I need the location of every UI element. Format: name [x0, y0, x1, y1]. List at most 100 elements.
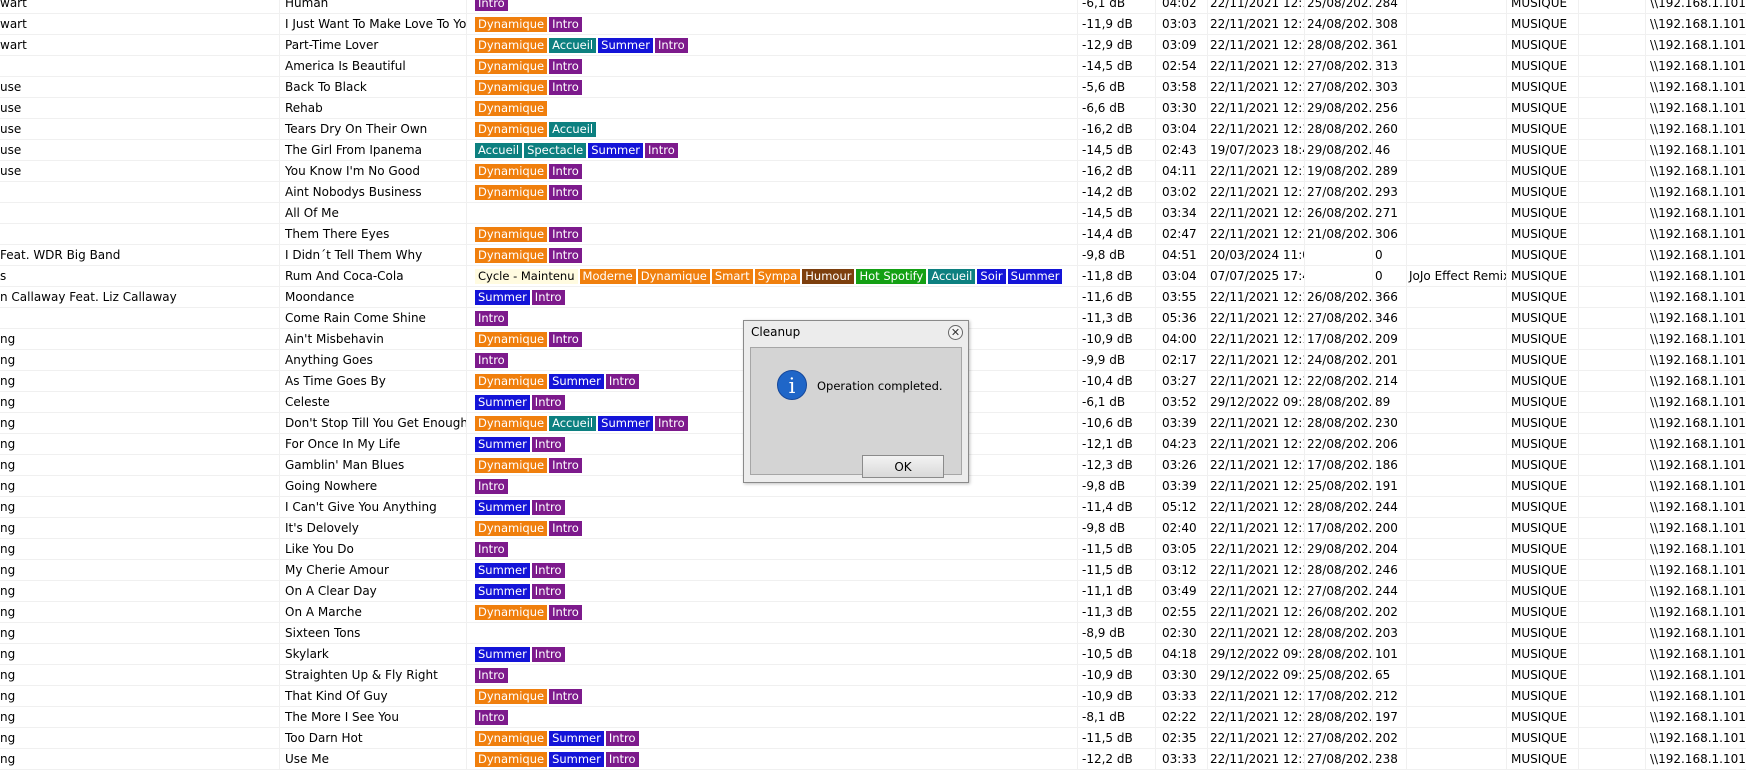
cell-tags: Dynamique Accueil Summer Intro: [467, 35, 1078, 55]
cell-remix: [1407, 350, 1507, 370]
table-row[interactable]: use Back To Black Dynamique Intro -5,6 dB 03:…: [0, 77, 1746, 98]
cell-date-modified: 28/08/202...: [1305, 119, 1373, 139]
cell-category: MUSIQUE: [1507, 266, 1579, 286]
cell-path: \\192.168.1.101\na: [1650, 521, 1746, 535]
cell-tags: Intro: [467, 707, 1078, 727]
table-row[interactable]: ng Like You Do Intro -11,5 dB 03:05 22/11/202…: [0, 539, 1746, 560]
cell-remix: [1407, 98, 1507, 118]
table-row[interactable]: wart Human Intro -6,1 dB 04:02 22/11/2021 12:…: [0, 0, 1746, 14]
table-row[interactable]: n Callaway Feat. Liz Callaway Moondance Su…: [0, 287, 1746, 308]
cell-play-count: 0: [1373, 245, 1407, 265]
table-row[interactable]: America Is Beautiful Dynamique Intro -14,5 …: [0, 56, 1746, 77]
cell-date-added: 22/11/2021 12:1...: [1208, 350, 1305, 370]
cell-tags: Cycle - Maintenu Moderne Dynamique Smart Sym…: [467, 266, 1078, 286]
cell-path: \\192.168.1.101\na: [1650, 689, 1746, 703]
table-row[interactable]: ng It's Delovely Dynamique Intro -9,8 dB 02:4…: [0, 518, 1746, 539]
cell-artist: ng: [0, 434, 280, 454]
table-row[interactable]: wart Part-Time Lover Dynamique Accueil Summe…: [0, 35, 1746, 56]
table-row[interactable]: ng The More I See You Intro -8,1 dB 02:22 22/…: [0, 707, 1746, 728]
cell-date-modified: 17/08/202...: [1305, 329, 1373, 349]
tag-badge: Accueil: [475, 143, 523, 158]
cell-play-count: 293: [1373, 182, 1407, 202]
cell-artist: ng: [0, 602, 280, 622]
table-row[interactable]: ng My Cherie Amour Summer Intro -11,5 dB 03:1…: [0, 560, 1746, 581]
table-row[interactable]: All Of Me -14,5 dB03:3422/11/2021 12:1...…: [0, 203, 1746, 224]
cell-date-added: 22/11/2021 12:1...: [1208, 98, 1305, 118]
cell-date-modified: 17/08/202...: [1305, 518, 1373, 538]
cell-tags: Dynamique Intro: [467, 14, 1078, 34]
dialog-titlebar[interactable]: Cleanup ✕: [744, 321, 968, 345]
tag-badge: Dynamique: [475, 59, 548, 74]
cell-remix: [1407, 329, 1507, 349]
cell-empty: [1579, 413, 1646, 433]
cell-empty: [1579, 434, 1646, 454]
cell-gain: -10,9 dB: [1078, 329, 1156, 349]
cell-artist: ng: [0, 455, 280, 475]
tag-badge: Intro: [654, 416, 688, 431]
cell-path: \\192.168.1.101\na: [1650, 395, 1746, 409]
cell-date-added: 22/11/2021 12:1...: [1208, 56, 1305, 76]
cell-duration: 03:58: [1156, 77, 1208, 97]
table-row[interactable]: ng Straighten Up & Fly Right Intro -10,9 dB…: [0, 665, 1746, 686]
cell-title: Skylark: [281, 644, 467, 664]
cell-remix: [1407, 224, 1507, 244]
table-row[interactable]: ng I Can't Give You Anything Summer Intro -1…: [0, 497, 1746, 518]
cell-duration: 03:26: [1156, 455, 1208, 475]
cell-play-count: 244: [1373, 497, 1407, 517]
cell-play-count: 200: [1373, 518, 1407, 538]
cell-empty: [1579, 245, 1646, 265]
close-icon[interactable]: ✕: [948, 325, 963, 340]
dialog-message: Operation completed.: [817, 379, 943, 393]
cell-remix: JoJo Effect Remix: [1407, 266, 1507, 286]
table-row[interactable]: use Rehab Dynamique -6,6 dB 03:30 22/11/2021 …: [0, 98, 1746, 119]
cell-empty: [1579, 371, 1646, 391]
table-row[interactable]: Aint Nobodys Business Dynamique Intro -14,2…: [0, 182, 1746, 203]
cell-gain: -6,6 dB: [1078, 98, 1156, 118]
table-row[interactable]: ng On A Clear Day Summer Intro -11,1 dB 03:49…: [0, 581, 1746, 602]
cell-date-added: 22/11/2021 12:1...: [1208, 287, 1305, 307]
table-row[interactable]: s Rum And Coca-Cola Cycle - Maintenu Modern…: [0, 266, 1746, 287]
ok-button[interactable]: OK: [862, 455, 944, 478]
cell-empty: [1579, 182, 1646, 202]
cell-empty: [1579, 518, 1646, 538]
table-row[interactable]: ng Too Darn Hot Dynamique Summer Intro -11,5 …: [0, 728, 1746, 749]
tag-badge: Intro: [531, 647, 565, 662]
cell-title: For Once In My Life: [281, 434, 467, 454]
cell-artist: [0, 182, 280, 202]
table-row[interactable]: Them There Eyes Dynamique Intro -14,4 dB 02:…: [0, 224, 1746, 245]
cell-play-count: 361: [1373, 35, 1407, 55]
table-row[interactable]: use The Girl From Ipanema Accueil Spectacle…: [0, 140, 1746, 161]
table-row[interactable]: use Tears Dry On Their Own Dynamique Accuei…: [0, 119, 1746, 140]
cell-date-modified: 25/08/202...: [1305, 0, 1373, 13]
tag-badge: Summer: [475, 395, 530, 410]
table-row[interactable]: ng That Kind Of Guy Dynamique Intro -10,9 dB…: [0, 686, 1746, 707]
cell-date-modified: 17/08/202...: [1305, 686, 1373, 706]
table-row[interactable]: wart I Just Want To Make Love To You Dynam…: [0, 14, 1746, 35]
table-row[interactable]: use You Know I'm No Good Dynamique Intro -16…: [0, 161, 1746, 182]
tag-badge: Dynamique: [475, 521, 548, 536]
cell-artist: Feat. WDR Big Band: [0, 245, 280, 265]
cell-artist: use: [0, 77, 280, 97]
cell-duration: 03:30: [1156, 665, 1208, 685]
cell-title: Back To Black: [281, 77, 467, 97]
table-row[interactable]: ng Use Me Dynamique Summer Intro -12,2 dB 03:3…: [0, 749, 1746, 770]
cell-gain: -16,2 dB: [1078, 161, 1156, 181]
tag-badge: Dynamique: [475, 605, 548, 620]
cell-path: \\192.168.1.101\na: [1650, 416, 1746, 430]
cell-play-count: 46: [1373, 140, 1407, 160]
table-row[interactable]: ng On A Marche Dynamique Intro -11,3 dB 02:55…: [0, 602, 1746, 623]
cell-duration: 03:39: [1156, 413, 1208, 433]
table-row[interactable]: ng Sixteen Tons -8,9 dB 02:30 22/11/2021 12:…: [0, 623, 1746, 644]
tag-badge: Intro: [531, 563, 565, 578]
table-row[interactable]: ng Skylark Summer Intro -10,5 dB 04:18 29/12/2…: [0, 644, 1746, 665]
cell-play-count: 191: [1373, 476, 1407, 496]
cell-title: All Of Me: [281, 203, 467, 223]
tag-badge: Intro: [549, 59, 582, 74]
cell-path: \\192.168.1.101\na: [1650, 38, 1746, 52]
cell-empty: [1579, 119, 1646, 139]
table-row[interactable]: Feat. WDR Big Band I Didn´t Tell Them Why…: [0, 245, 1746, 266]
tag-badge: Dynamique: [475, 752, 548, 767]
tag-badge: Summer: [598, 416, 653, 431]
cell-tags: [467, 203, 1078, 223]
cell-path: \\192.168.1.101\na: [1650, 752, 1746, 766]
